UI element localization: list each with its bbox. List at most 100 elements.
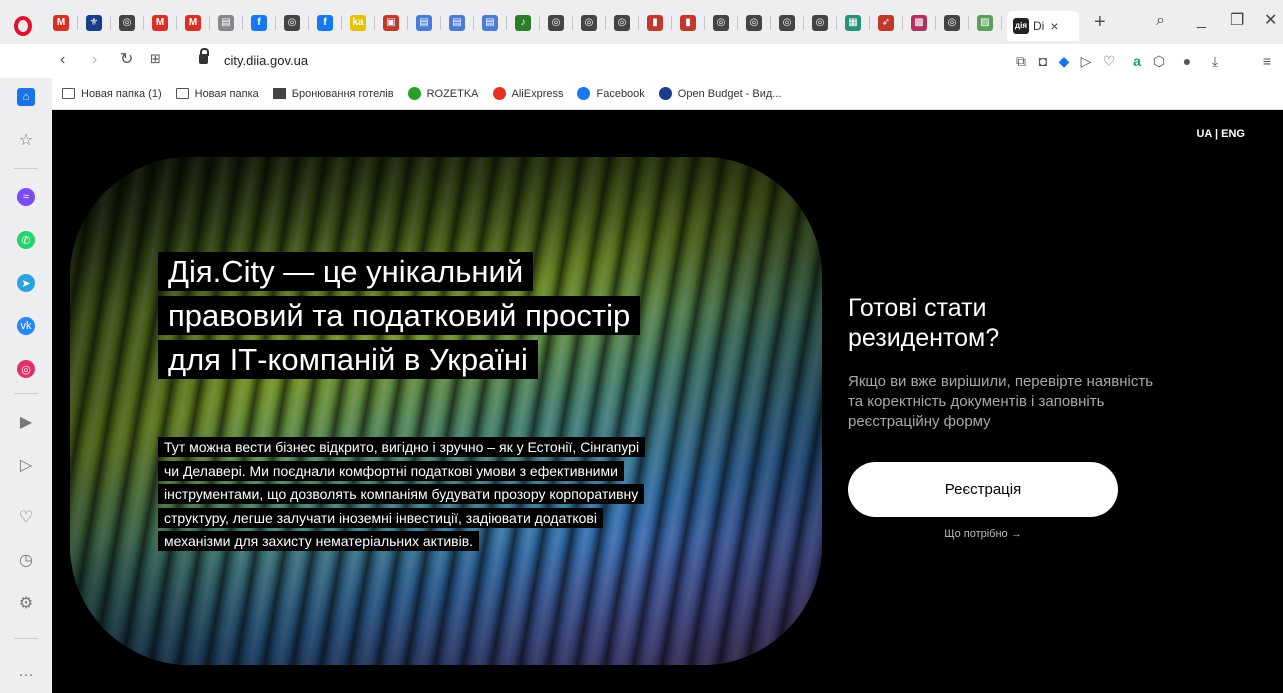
forward-icon[interactable]: › [92,52,97,68]
bookmark-rozetka[interactable]: ROZETKA [407,87,479,100]
url-field[interactable]: city.diia.gov.ua [224,53,308,68]
tab-pattern[interactable]: ▨ [974,12,1002,34]
facebook-icon: f [251,15,267,31]
heart-icon[interactable]: ♡ [17,508,35,526]
tab-active-diia[interactable]: дія Di × [1007,11,1079,41]
tab-page[interactable]: ▤ [215,12,243,34]
tab-docs[interactable]: ▤ [413,12,441,34]
tab-opera-globe[interactable]: ◎ [545,12,573,34]
diia-city-page: UA | ENG Дія.City — це унікальний правов… [52,110,1283,693]
vk-icon[interactable]: vk [17,317,35,335]
register-button[interactable]: Реєстрація [848,462,1118,517]
star-icon[interactable]: ☆ [17,131,35,149]
tab-separator [605,16,606,30]
tab-opera-globe[interactable]: ◎ [281,12,309,34]
opera-globe-icon: ◎ [812,15,828,31]
close-tab-icon[interactable]: × [1050,18,1058,34]
messenger-icon[interactable]: ≈ [17,188,35,206]
sidebar-divider [14,638,38,639]
home-icon[interactable]: ⌂ [17,88,35,106]
tab-separator [869,16,870,30]
bookmark-folder[interactable]: Новая папка (1) [62,88,162,100]
bookmark-facebook[interactable]: Facebook [577,87,645,100]
tab-separator [737,16,738,30]
tab-separator [803,16,804,30]
easy-setup-icon[interactable]: ⧉ [1012,52,1030,70]
bookmark-doc[interactable]: Бронювання готелів [272,88,394,100]
download-icon[interactable]: ⤓ [1206,52,1224,70]
favorites-heart-icon[interactable]: ♡ [1100,52,1118,70]
tab-facebook[interactable]: f [248,12,276,34]
docs-icon: ▤ [416,15,432,31]
search-tabs-icon[interactable]: ⌕ [1156,13,1165,29]
back-icon[interactable]: ‹ [60,52,65,68]
facebook-icon [577,87,591,100]
bookmark-openbudget[interactable]: Open Budget - Вид... [658,87,781,100]
opera-globe-icon: ◎ [548,15,564,31]
tab-separator [341,16,342,30]
tab-cube[interactable]: ▣ [380,12,408,34]
opera-logo-icon[interactable] [14,16,32,36]
instagram-icon[interactable]: ◎ [17,360,35,378]
reload-icon[interactable]: ↻ [120,52,133,68]
tab-flag[interactable]: ▮ [644,12,672,34]
send-icon[interactable]: ▷ [17,456,35,474]
settings-icon[interactable]: ⚙ [17,594,35,612]
restore-icon[interactable]: ❐ [1230,13,1244,29]
extensions-cube-icon[interactable]: ⬡ [1150,52,1168,70]
close-window-icon[interactable]: ✕ [1264,13,1277,29]
vpn-shield-icon[interactable]: ◆ [1055,52,1073,70]
tab-opera-globe[interactable]: ◎ [611,12,639,34]
tab-rocket[interactable]: ➶ [875,12,903,34]
extension-a-icon[interactable]: a [1128,52,1146,70]
flag-icon: ▮ [680,15,696,31]
tab-trident[interactable]: ⚜ [83,12,111,34]
tab-opera-globe[interactable]: ◎ [809,12,837,34]
tab-opera-globe[interactable]: ◎ [578,12,606,34]
tab-gmail[interactable]: M [50,12,78,34]
bookmark-label: Новая папка [194,87,259,100]
sidebar-divider [14,168,38,169]
tab-opera-globe[interactable]: ◎ [776,12,804,34]
speed-dial-icon[interactable]: ⊞ [150,52,161,65]
tab-ka[interactable]: ka [347,12,375,34]
doc-icon [272,88,286,99]
docs-icon: ▤ [482,15,498,31]
snapshot-icon[interactable]: ◘ [1034,52,1052,70]
tab-separator [77,16,78,30]
lock-icon[interactable] [199,48,209,64]
tab-opera-globe[interactable]: ◎ [743,12,771,34]
telegram-icon[interactable]: ➤ [17,274,35,292]
requirements-link[interactable]: Що потрібно → [848,528,1118,540]
folder-icon [62,88,75,99]
tab-gmail[interactable]: M [149,12,177,34]
flow-icon[interactable]: ▷ [1077,52,1095,70]
more-icon[interactable]: … [17,663,35,681]
easy-menu-icon[interactable]: ≡ [1258,52,1276,70]
tab-separator [143,16,144,30]
profile-icon[interactable]: ● [1178,52,1196,70]
language-switch[interactable]: UA | ENG [1196,128,1245,140]
tab-separator [638,16,639,30]
tab-audio[interactable]: ♪ [512,12,540,34]
tab-opera-globe[interactable]: ◎ [941,12,969,34]
flag-icon: ▮ [647,15,663,31]
tab-facebook[interactable]: f [314,12,342,34]
minimize-icon[interactable]: _ [1197,13,1206,29]
new-tab-button[interactable]: + [1094,12,1106,32]
opera-globe-icon: ◎ [581,15,597,31]
tab-chart[interactable]: ▦ [842,12,870,34]
bookmark-folder[interactable]: Новая папка [175,87,259,100]
tab-docs[interactable]: ▤ [479,12,507,34]
player-icon[interactable]: ▶ [17,413,35,431]
history-icon[interactable]: ◷ [17,551,35,569]
tab-separator [836,16,837,30]
tab-opera-globe[interactable]: ◎ [710,12,738,34]
tab-docs[interactable]: ▤ [446,12,474,34]
tab-flag[interactable]: ▮ [677,12,705,34]
bookmark-aliexpress[interactable]: AliExpress [492,87,563,100]
whatsapp-icon[interactable]: ✆ [17,231,35,249]
tab-image[interactable]: ▩ [908,12,936,34]
tab-gmail[interactable]: M [182,12,210,34]
tab-opera-globe[interactable]: ◎ [116,12,144,34]
